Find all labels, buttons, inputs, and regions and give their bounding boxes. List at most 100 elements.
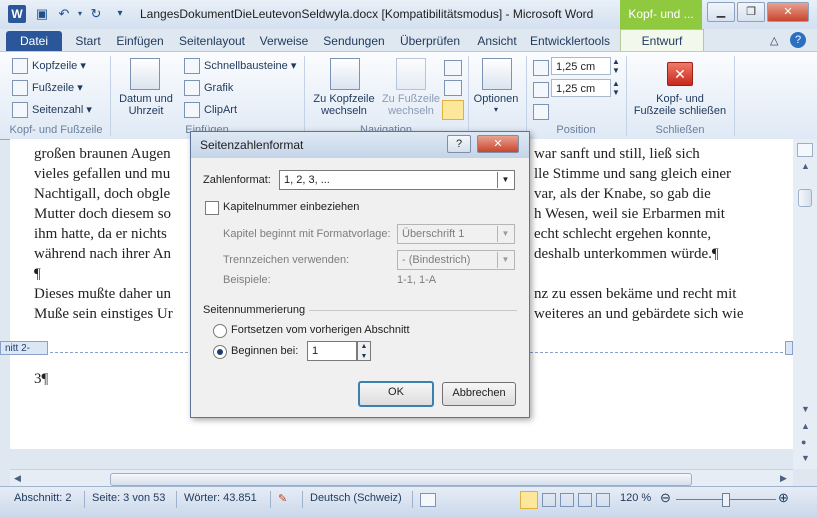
header-position-spinner[interactable]: ▲ ▼ (612, 57, 620, 75)
seitenzahl-button[interactable]: Seitenzahl ▾ (12, 102, 92, 118)
next-section-icon[interactable] (444, 80, 462, 96)
status-separator (412, 491, 413, 508)
close-header-footer-button[interactable]: Kopf- und Fußzeile schließen (630, 93, 730, 117)
beginnen-label[interactable]: Beginnen bei: (231, 345, 298, 357)
undo-icon[interactable]: ↶ (56, 6, 72, 22)
header-icon (12, 58, 28, 74)
header-position-input[interactable]: 1,25 cm (551, 57, 611, 75)
tab-start[interactable]: Start (70, 31, 106, 51)
ruler-toggle-icon[interactable] (797, 143, 813, 157)
status-word-count[interactable]: Wörter: 43.851 (184, 492, 257, 504)
grafik-button[interactable]: Grafik (184, 80, 233, 96)
title-bar: W ▣ ↶ ▾ ↻ ▾ LangesDokumentDieLeutevonSel… (0, 0, 817, 29)
help-icon[interactable]: ? (790, 32, 806, 48)
redo-icon[interactable]: ↻ (88, 6, 104, 22)
previous-section-icon[interactable] (444, 60, 462, 76)
tab-entwurf[interactable]: Entwurf (620, 29, 704, 52)
chevron-down-icon: ▼ (497, 252, 513, 268)
zu-fusszeile-button: Zu Fußzeile wechseln (381, 93, 441, 117)
ribbon-separator (734, 56, 735, 136)
collapse-ribbon-icon[interactable]: △ (770, 34, 778, 47)
beginnen-input[interactable]: 1 (307, 341, 357, 361)
save-icon[interactable]: ▣ (34, 6, 50, 22)
status-separator (84, 491, 85, 508)
scroll-right-arrow[interactable]: ▶ (780, 473, 787, 484)
proofing-icon[interactable]: ✎ (278, 492, 287, 505)
tab-datei[interactable]: Datei (6, 31, 62, 51)
fortsetzen-label[interactable]: Fortsetzen vom vorherigen Abschnitt (231, 324, 410, 336)
calendar-icon[interactable] (130, 58, 160, 90)
kapitelnummer-checkbox[interactable] (205, 201, 219, 215)
goto-header-icon[interactable] (330, 58, 360, 90)
close-button[interactable]: ✕ (767, 2, 809, 22)
dialog-help-button[interactable]: ? (447, 135, 471, 153)
status-separator (176, 491, 177, 508)
outline-icon[interactable] (578, 493, 592, 507)
status-language[interactable]: Deutsch (Schweiz) (310, 492, 402, 504)
vertical-scrollbar[interactable]: ▲ ▼ ▲ ● ▼ (793, 139, 817, 469)
tab-einfuegen[interactable]: Einfügen (112, 31, 168, 51)
contextual-tab-title: Kopf- und ... (620, 0, 702, 29)
status-section[interactable]: Abschnitt: 2 (14, 492, 71, 504)
status-separator (302, 491, 303, 508)
insert-alignment-tab-icon[interactable] (533, 104, 549, 120)
tab-ueberpruefen[interactable]: Überprüfen (396, 31, 464, 51)
undo-dropdown-icon[interactable]: ▾ (72, 6, 88, 22)
ribbon-separator (626, 56, 627, 136)
tab-seitenlayout[interactable]: Seitenlayout (176, 31, 248, 51)
kapitelnummer-label[interactable]: Kapitelnummer einbeziehen (223, 201, 359, 213)
clipart-icon (184, 102, 200, 118)
footer-position-spinner[interactable]: ▲ ▼ (612, 79, 620, 97)
zoom-out-icon[interactable]: ⊖ (660, 490, 671, 506)
macro-record-icon[interactable] (420, 493, 436, 507)
chevron-down-icon[interactable]: ▼ (497, 172, 513, 188)
print-layout-icon[interactable] (520, 491, 538, 509)
word-app-icon[interactable]: W (8, 5, 26, 23)
footer-icon (12, 80, 28, 96)
beginnen-spinner[interactable]: ▲ ▼ (357, 341, 371, 361)
browse-object-icon[interactable]: ● (801, 437, 806, 447)
previous-page-icon[interactable]: ▲ (801, 421, 810, 431)
dialog-close-button[interactable]: ✕ (477, 135, 519, 153)
zu-kopfzeile-button[interactable]: Zu Kopfzeile wechseln (308, 93, 380, 117)
status-page[interactable]: Seite: 3 von 53 (92, 492, 165, 504)
dialog-title-bar: Seitenzahlenformat ? ✕ (191, 132, 529, 158)
close-header-footer-icon[interactable]: ✕ (667, 62, 693, 86)
dialog-title: Seitenzahlenformat (200, 138, 304, 152)
maximize-button[interactable]: ❐ (737, 2, 765, 22)
tab-entwicklertools[interactable]: Entwicklertools (528, 31, 612, 51)
options-icon[interactable] (482, 58, 512, 90)
next-page-icon[interactable]: ▼ (801, 453, 810, 463)
tab-sendungen[interactable]: Sendungen (320, 31, 388, 51)
beginnen-radio[interactable] (213, 345, 227, 359)
horizontal-scroll-thumb[interactable] (110, 473, 692, 486)
picture-icon (184, 80, 200, 96)
scroll-left-arrow[interactable]: ◀ (14, 473, 21, 484)
zoom-level[interactable]: 120 % (620, 492, 651, 504)
abbrechen-button[interactable]: Abbrechen (442, 382, 516, 406)
full-screen-reading-icon[interactable] (542, 493, 556, 507)
zoom-slider-thumb[interactable] (722, 493, 730, 507)
fusszeile-button[interactable]: Fußzeile ▾ (12, 80, 83, 96)
optionen-button[interactable]: Optionen ▾ (470, 93, 522, 114)
kopfzeile-button[interactable]: Kopfzeile ▾ (12, 58, 86, 74)
datum-uhrzeit-button[interactable]: Datum und Uhrzeit (114, 93, 178, 117)
clipart-button[interactable]: ClipArt (184, 102, 237, 118)
ok-button[interactable]: OK (358, 381, 434, 407)
tab-verweise[interactable]: Verweise (256, 31, 312, 51)
scroll-down-arrow[interactable]: ▼ (801, 404, 810, 414)
fortsetzen-radio[interactable] (213, 324, 227, 338)
tab-ansicht[interactable]: Ansicht (472, 31, 522, 51)
vertical-scroll-thumb[interactable] (798, 189, 812, 207)
minimize-button[interactable]: ▁ (707, 2, 735, 22)
web-layout-icon[interactable] (560, 493, 574, 507)
footer-position-input[interactable]: 1,25 cm (551, 79, 611, 97)
link-to-previous-icon[interactable] (442, 100, 464, 120)
zoom-in-icon[interactable]: ⊕ (778, 490, 789, 506)
customize-qat-icon[interactable]: ▾ (112, 6, 128, 22)
draft-icon[interactable] (596, 493, 610, 507)
schnellbausteine-button[interactable]: Schnellbausteine ▾ (184, 58, 296, 74)
scroll-up-arrow[interactable]: ▲ (801, 161, 810, 171)
zahlenformat-select[interactable]: 1, 2, 3, ... ▼ (279, 170, 515, 190)
horizontal-scrollbar[interactable]: ◀ ▶ (10, 469, 793, 487)
